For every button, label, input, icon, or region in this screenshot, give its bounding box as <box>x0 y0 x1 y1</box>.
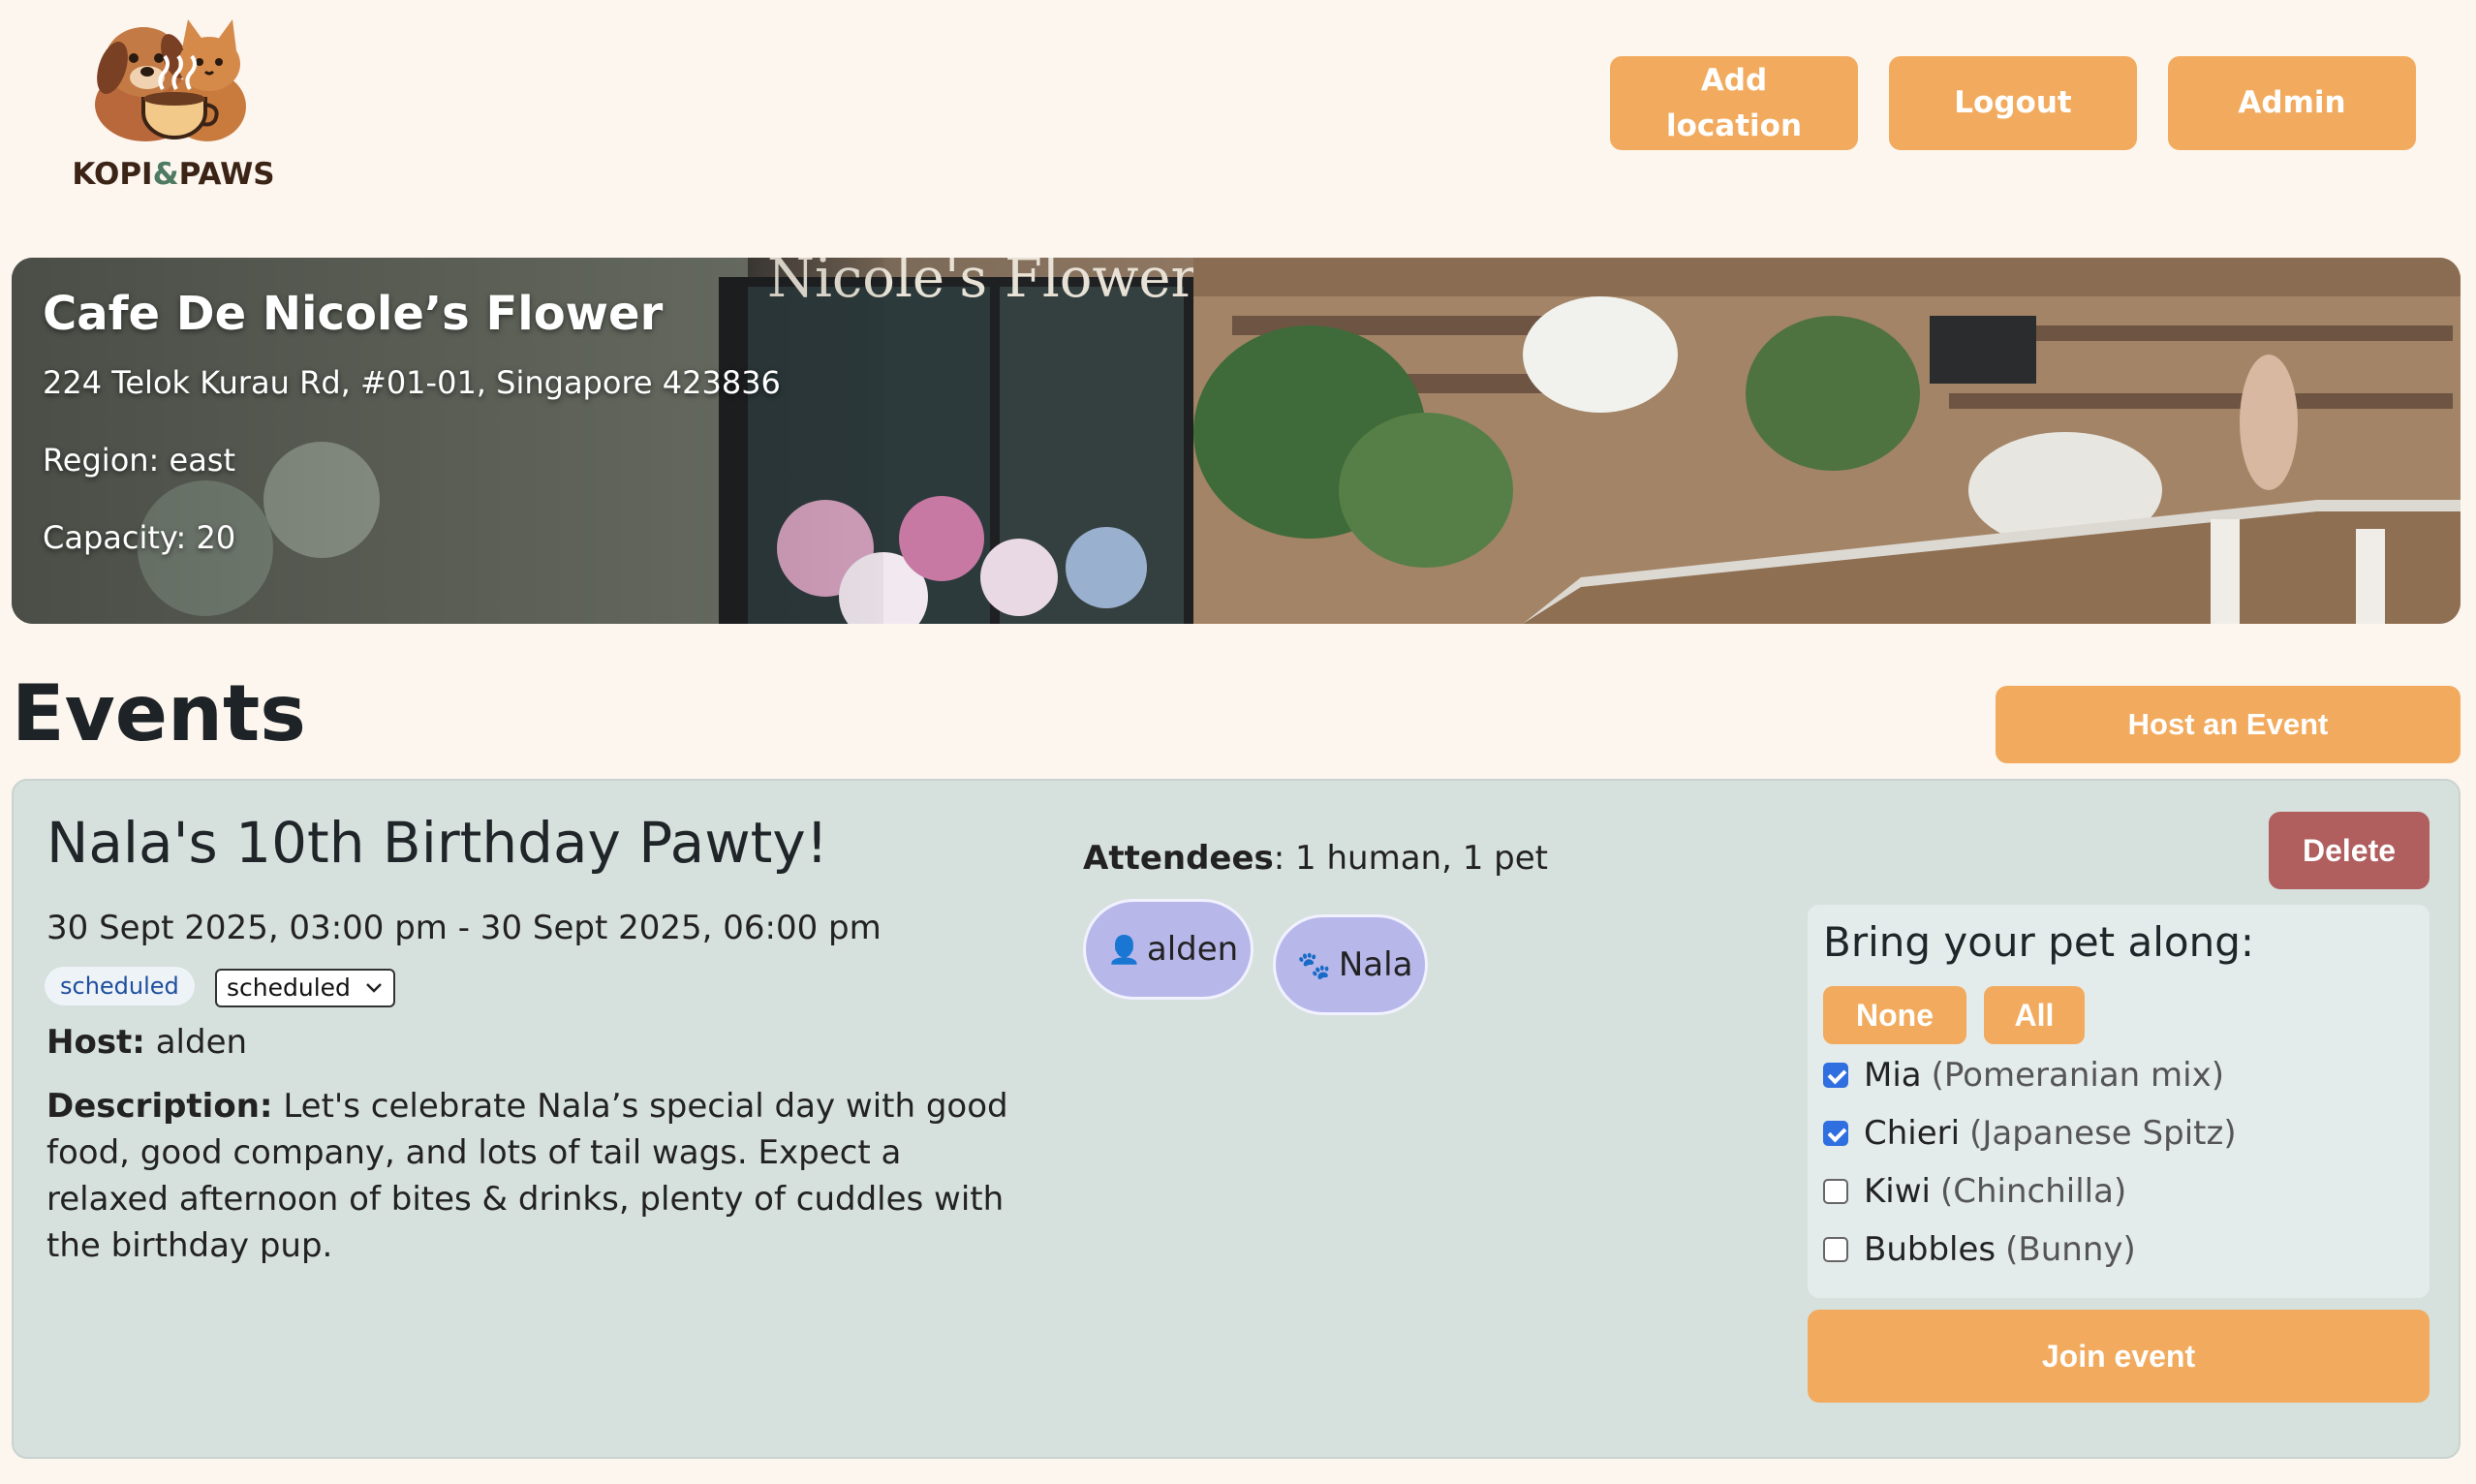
attendee-name: Nala <box>1338 945 1413 984</box>
logo-wordmark: KOPI&PAWS <box>72 157 275 192</box>
join-event-button[interactable]: Join event <box>1808 1310 2430 1403</box>
event-card: Nala's 10th Birthday Pawty! 30 Sept 2025… <box>12 779 2461 1459</box>
status-badge: scheduled <box>45 967 195 1005</box>
dog-cat-coffee-icon <box>95 19 246 141</box>
location-region: Region: east <box>43 442 236 479</box>
attendees-count: : 1 human, 1 pet <box>1273 839 1548 878</box>
pet-option-kiwi[interactable]: Kiwi (Chinchilla) <box>1823 1172 2126 1211</box>
pets-panel-title: Bring your pet along: <box>1823 918 2255 966</box>
pet-name: Bubbles <box>1864 1230 1996 1269</box>
pet-checkbox[interactable] <box>1823 1121 1848 1146</box>
pet-breed: (Bunny) <box>2005 1230 2136 1269</box>
pet-name: Kiwi <box>1864 1172 1931 1211</box>
delete-event-button[interactable]: Delete <box>2269 812 2430 889</box>
event-description: Description: Let's celebrate Nala’s spec… <box>46 1083 1015 1269</box>
status-select-value: scheduled <box>227 974 351 1002</box>
attendee-chip[interactable]: 🐾 Nala <box>1273 914 1428 1015</box>
pet-breed: (Chinchilla) <box>1940 1172 2127 1211</box>
pet-option-mia[interactable]: Mia (Pomeranian mix) <box>1823 1056 2224 1095</box>
person-icon: 👤 <box>1107 933 1141 966</box>
event-title: Nala's 10th Birthday Pawty! <box>46 810 828 876</box>
select-none-button[interactable]: None <box>1823 986 1966 1044</box>
pet-breed: (Pomeranian mix) <box>1931 1056 2224 1095</box>
description-label: Description: <box>46 1087 273 1126</box>
add-location-button[interactable]: Add location <box>1610 56 1858 150</box>
location-name: Cafe De Nicole’s Flower <box>43 287 664 341</box>
paw-icon: 🐾 <box>1297 948 1331 981</box>
events-heading: Events <box>12 668 306 758</box>
select-all-button[interactable]: All <box>1984 986 2085 1044</box>
pet-option-chieri[interactable]: Chieri (Japanese Spitz) <box>1823 1114 2237 1153</box>
location-capacity: Capacity: 20 <box>43 519 236 556</box>
attendees-summary: Attendees: 1 human, 1 pet <box>1083 839 1548 878</box>
chevron-down-icon <box>366 983 382 993</box>
location-banner: Nicole's Flower Cafe De Nicole’s Flower … <box>12 258 2461 624</box>
attendee-name: alden <box>1146 930 1239 969</box>
host-event-button[interactable]: Host an Event <box>1996 686 2461 763</box>
pet-name: Mia <box>1864 1056 1922 1095</box>
pet-checkbox[interactable] <box>1823 1063 1848 1088</box>
host-label: Host: <box>46 1023 145 1062</box>
status-select[interactable]: scheduled <box>215 969 395 1007</box>
brand-logo[interactable]: KOPI&PAWS <box>60 15 283 192</box>
logout-button[interactable]: Logout <box>1889 56 2137 150</box>
event-time-range: 30 Sept 2025, 03:00 pm - 30 Sept 2025, 0… <box>46 909 882 947</box>
pet-checkbox[interactable] <box>1823 1179 1848 1204</box>
pet-checkbox[interactable] <box>1823 1237 1848 1262</box>
event-host: Host: alden <box>46 1023 247 1062</box>
pet-breed: (Japanese Spitz) <box>1969 1114 2237 1153</box>
attendees-label: Attendees <box>1083 839 1274 878</box>
admin-button[interactable]: Admin <box>2168 56 2416 150</box>
pet-option-bubbles[interactable]: Bubbles (Bunny) <box>1823 1230 2136 1269</box>
bring-pets-panel: Bring your pet along: None All Mia (Pome… <box>1808 905 2430 1298</box>
host-value: alden <box>155 1023 248 1062</box>
location-address: 224 Telok Kurau Rd, #01-01, Singapore 42… <box>43 364 781 401</box>
pet-name: Chieri <box>1864 1114 1961 1153</box>
attendee-chip[interactable]: 👤 alden <box>1083 899 1253 1000</box>
